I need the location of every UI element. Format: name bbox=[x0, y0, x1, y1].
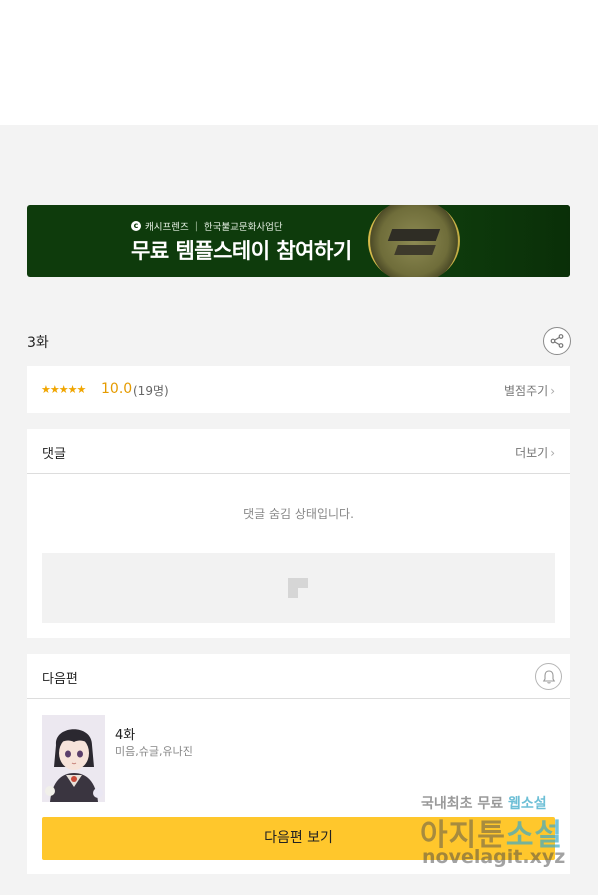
banner-gradient bbox=[447, 205, 570, 277]
ad-banner-templestay[interactable]: c 캐시프렌즈 | 한국불교문화사업단 무료 템플스테이 참여하기 bbox=[27, 205, 570, 277]
next-episode-card: 다음편 4화 미음,슈글,유나진 다음편 보기 bbox=[27, 654, 570, 874]
next-episode-title: 4화 bbox=[115, 728, 136, 743]
chevron-right-icon: › bbox=[550, 446, 555, 460]
comments-more-label: 더보기 bbox=[515, 446, 549, 460]
rating-score: 10.0 bbox=[101, 381, 133, 397]
share-button[interactable] bbox=[543, 327, 571, 355]
episode-title: 3화 bbox=[27, 335, 49, 351]
ad-placeholder-icon bbox=[288, 578, 308, 598]
rate-button-label: 별점주기 bbox=[504, 384, 549, 398]
banner-headline: 무료 템플스테이 참여하기 bbox=[131, 239, 352, 263]
share-icon bbox=[550, 334, 564, 348]
banner-sponsor-partner: 한국불교문화사업단 bbox=[203, 222, 283, 233]
bell-icon bbox=[542, 669, 555, 684]
rating-stars: ★★★★★ bbox=[41, 383, 86, 396]
comments-hidden-message: 댓글 숨김 상태입니다. bbox=[243, 507, 354, 521]
comments-label: 댓글 bbox=[42, 447, 66, 462]
character-illustration-icon bbox=[42, 715, 105, 802]
comments-card: 댓글 더보기 › 댓글 숨김 상태입니다. bbox=[27, 429, 570, 638]
banner-sponsor: c 캐시프렌즈 | 한국불교문화사업단 bbox=[131, 219, 283, 233]
comments-more-button[interactable]: 더보기 › bbox=[515, 444, 555, 461]
comments-header: 댓글 더보기 › bbox=[27, 429, 570, 474]
rating-card: ★★★★★ 10.0 (19명) 별점주기 › bbox=[27, 366, 570, 413]
top-blank-area bbox=[0, 0, 598, 125]
chevron-right-icon: › bbox=[550, 384, 555, 398]
notification-button[interactable] bbox=[535, 663, 562, 690]
next-episode-button[interactable]: 다음편 보기 bbox=[42, 817, 555, 860]
next-episode-authors: 미음,슈글,유나진 bbox=[115, 745, 193, 758]
next-episode-thumbnail[interactable] bbox=[42, 715, 105, 802]
next-episode-header: 다음편 bbox=[27, 654, 570, 699]
rating-count: (19명) bbox=[133, 384, 169, 398]
next-episode-label: 다음편 bbox=[42, 672, 78, 687]
cashfriends-logo-icon: c bbox=[131, 221, 141, 231]
banner-sponsor-brand: 캐시프렌즈 bbox=[145, 222, 189, 233]
ad-placeholder[interactable] bbox=[42, 553, 555, 623]
rate-button[interactable]: 별점주기 › bbox=[504, 382, 555, 399]
banner-sponsor-divider: | bbox=[194, 220, 198, 232]
